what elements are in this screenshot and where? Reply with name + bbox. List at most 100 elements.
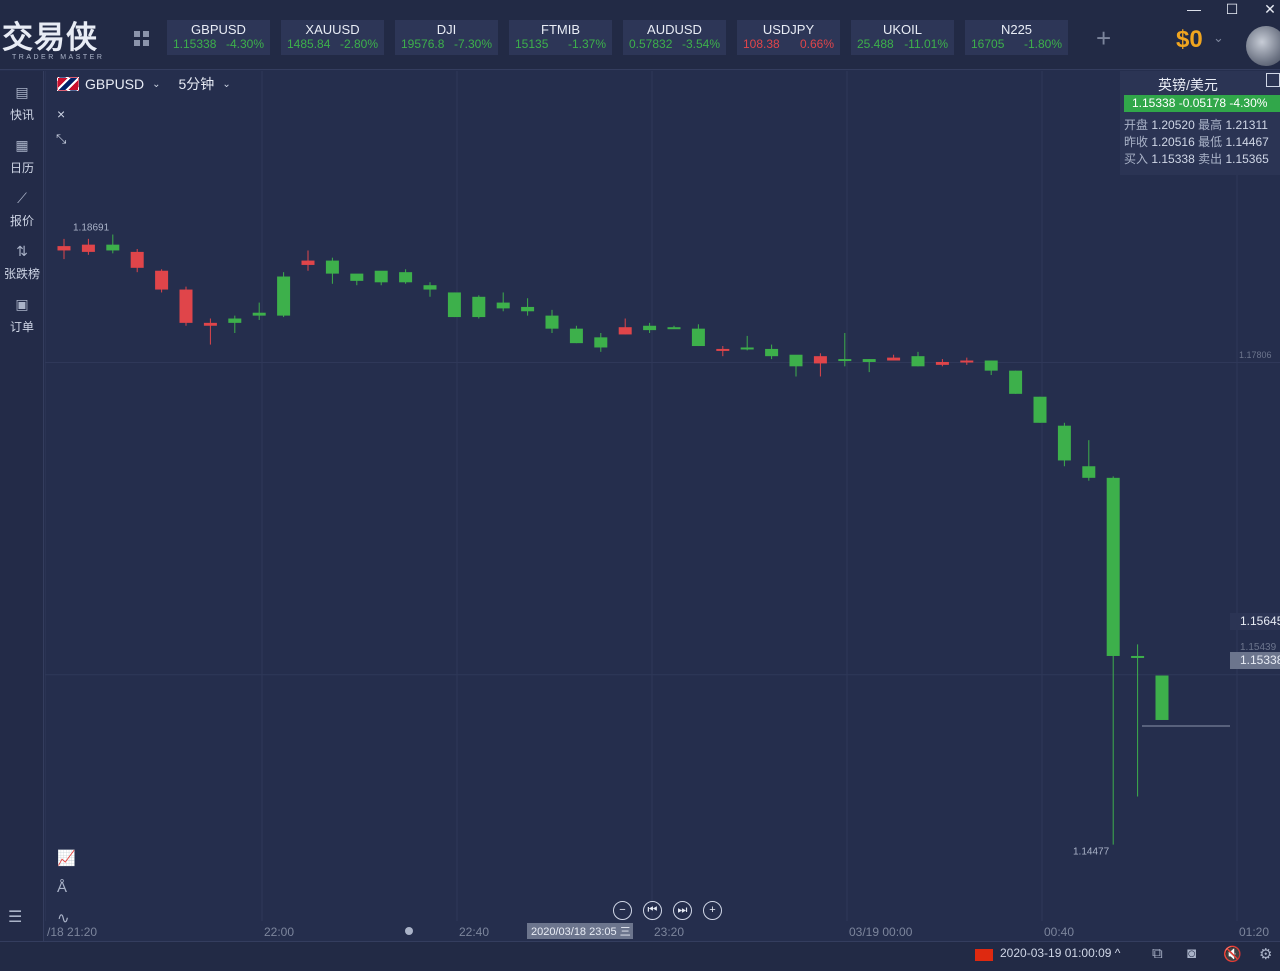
camera-icon[interactable]: ◙ — [1187, 945, 1196, 962]
chevron-down-icon[interactable]: ⌄ — [1213, 30, 1224, 46]
x-axis-label: 00:40 — [1044, 925, 1074, 939]
sidebar: ▤ 快讯 ▦ 日历 ⟋ 报价 ⇅ 张跌榜 ▣ 订单 ☰ — [0, 71, 44, 941]
ticker-xauusd[interactable]: XAUUSD 1485.84 -2.80% — [281, 20, 384, 55]
info-row-prev-low: 昨收 1.20516 最低 1.14467 — [1124, 133, 1269, 150]
minimize-button[interactable]: — — [1179, 0, 1209, 18]
sidebar-item-calendar[interactable]: ▦ 日历 — [0, 136, 44, 176]
candle-body — [594, 337, 608, 348]
candle-body — [935, 361, 949, 365]
account-balance[interactable]: $0 — [1176, 26, 1203, 54]
expand-icon[interactable] — [1266, 73, 1280, 87]
ticker-change: -11.01% — [904, 37, 948, 51]
candle-body — [57, 246, 71, 251]
chevron-down-icon[interactable]: ⌄ — [152, 79, 160, 90]
candle-body — [155, 270, 169, 290]
mute-icon[interactable]: 🔇 — [1223, 945, 1242, 963]
menu-icon[interactable]: ☰ — [8, 907, 22, 927]
order-icon: ▣ — [15, 296, 29, 312]
close-button[interactable]: ✕ — [1255, 0, 1280, 18]
sidebar-item-news[interactable]: ▤ 快讯 — [0, 83, 44, 123]
high-label: 最高 — [1198, 118, 1223, 132]
candle-body — [984, 360, 998, 371]
candle-body — [1131, 655, 1145, 658]
ticker-ftmib[interactable]: FTMIB 15135 -1.37% — [509, 20, 612, 55]
sidebar-item-quotes[interactable]: ⟋ 报价 — [0, 189, 44, 229]
close-chart-icon[interactable]: × — [57, 106, 65, 122]
drawing-tool-icon[interactable]: Å — [57, 879, 67, 896]
ticker-price: 1.15338 — [173, 37, 217, 51]
ticker-change: -1.37% — [567, 37, 606, 51]
clock: 2020-03-19 01:00:09 ^ — [1000, 946, 1120, 960]
ticker-change: -4.30% — [225, 37, 264, 51]
ticker-change: -7.30% — [453, 37, 492, 51]
candle-body — [81, 244, 95, 252]
info-row-bid-ask: 买入 1.15338 卖出 1.15365 — [1124, 150, 1269, 167]
uk-us-flag-icon — [57, 77, 79, 91]
candle-body — [691, 328, 705, 347]
scroll-end-button[interactable]: ⏭ — [673, 901, 692, 920]
candle-body — [887, 357, 901, 361]
ticker-usdjpy[interactable]: USDJPY 108.38 0.66% — [737, 20, 840, 55]
x-axis-label: 22:40 — [459, 925, 489, 939]
ticker-symbol: GBPUSD — [191, 22, 246, 37]
price-annotation: 1.14477 — [1073, 847, 1110, 858]
zoom-out-button[interactable]: − — [613, 901, 632, 920]
maximize-button[interactable]: ☐ — [1217, 0, 1247, 18]
candle-body — [496, 302, 510, 309]
ticker-symbol: AUDUSD — [647, 22, 702, 37]
ticker-price: 25.488 — [857, 37, 894, 51]
low-value: 1.14467 — [1225, 135, 1269, 149]
bid-value: 1.15338 — [1151, 152, 1195, 166]
candlestick-chart[interactable]: /18 21:20 22:00 22:40 23:20 03/19 00:00 00:40… — [45, 71, 1280, 941]
ticker-change: -1.80% — [1023, 37, 1062, 51]
ticker-symbol: FTMIB — [541, 22, 580, 37]
candle-body — [838, 359, 852, 362]
shrink-icon[interactable]: ⤡ — [56, 131, 66, 147]
candle-body — [765, 348, 779, 357]
interval-selector[interactable]: 5分钟 — [179, 74, 215, 94]
x-axis-label: 01:20 — [1239, 925, 1269, 939]
price-annotation: 1.18691 — [73, 222, 110, 233]
prev-label: 昨收 — [1124, 135, 1149, 149]
chart-area[interactable]: /18 21:20 22:00 22:40 23:20 03/19 00:00 00:40… — [45, 71, 1280, 941]
candle-body — [1009, 370, 1023, 394]
zoom-in-button[interactable]: + — [703, 901, 722, 920]
candle-body — [203, 322, 217, 326]
ticker-gbpusd[interactable]: GBPUSD 1.15338 -4.30% — [167, 20, 270, 55]
ticker-n225[interactable]: N225 16705 -1.80% — [965, 20, 1068, 55]
ticker-change: -3.54% — [681, 37, 720, 51]
prev-value: 1.20516 — [1151, 135, 1195, 149]
indicator-icon[interactable]: 📈 — [57, 849, 76, 867]
gear-icon[interactable]: ⚙ — [1259, 945, 1272, 963]
scroll-start-button[interactable]: ⏮ — [643, 901, 662, 920]
symbol-selector[interactable]: GBPUSD — [85, 76, 144, 92]
ticker-dji[interactable]: DJI 19576.8 -7.30% — [395, 20, 498, 55]
top-bar: 交易侠 TRADER MASTER GBPUSD 1.15338 -4.30% X… — [0, 0, 1280, 70]
sidebar-item-movers[interactable]: ⇅ 张跌榜 — [0, 242, 44, 282]
window-icon[interactable]: ⧉ — [1152, 945, 1163, 962]
open-label: 开盘 — [1124, 118, 1149, 132]
sidebar-item-orders[interactable]: ▣ 订单 — [0, 295, 44, 335]
candle-body — [374, 270, 388, 283]
ticker-symbol: UKOIL — [882, 22, 922, 37]
apps-grid-icon[interactable] — [134, 31, 150, 47]
add-ticker-button[interactable]: + — [1096, 24, 1111, 52]
candle-body — [545, 315, 559, 329]
chevron-down-icon[interactable]: ⌄ — [222, 79, 230, 90]
ticker-symbol: N225 — [1000, 22, 1033, 37]
china-flag-icon — [975, 949, 993, 961]
chart-line-icon: ⟋ — [17, 190, 27, 206]
chevron-up-icon[interactable]: ^ — [1115, 946, 1121, 960]
ticker-audusd[interactable]: AUDUSD 0.57832 -3.54% — [623, 20, 726, 55]
price-tag-last: 1.15338 — [1230, 652, 1280, 669]
app-logo: 交易侠 — [2, 20, 98, 56]
candle-body — [521, 306, 535, 312]
candle-body — [618, 327, 632, 335]
sidebar-item-label: 订单 — [9, 320, 34, 334]
ticker-symbol: DJI — [436, 22, 457, 37]
pulse-icon[interactable]: ∿ — [57, 909, 70, 927]
ticker-price: 108.38 — [743, 37, 780, 51]
ticker-ukoil[interactable]: UKOIL 25.488 -11.01% — [851, 20, 954, 55]
avatar[interactable] — [1246, 26, 1280, 66]
candle-body — [789, 354, 803, 367]
